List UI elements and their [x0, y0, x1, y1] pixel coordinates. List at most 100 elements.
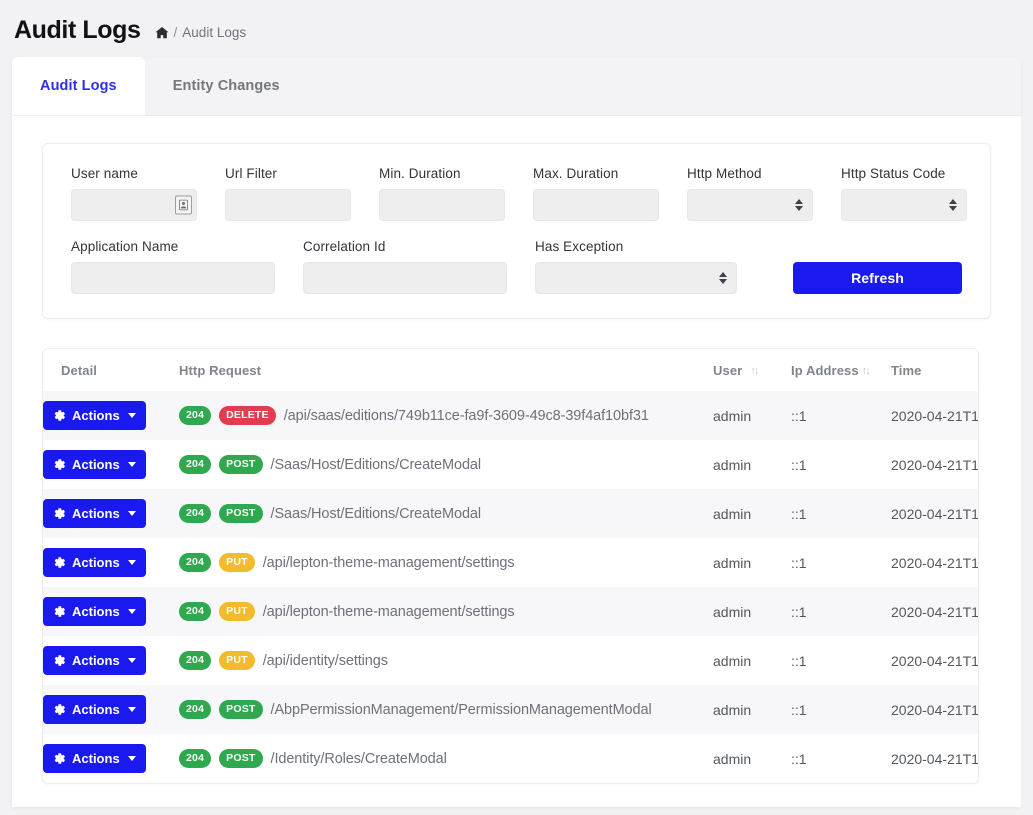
- actions-button-label: Actions: [72, 555, 120, 570]
- actions-button[interactable]: Actions: [43, 548, 146, 577]
- cell-detail: Actions: [43, 489, 179, 538]
- http-method-badge: POST: [219, 749, 263, 768]
- gear-icon: [53, 654, 66, 667]
- cell-http-request: 204 PUT/api/lepton-theme-management/setti…: [179, 538, 713, 587]
- tab-bar: Audit Logs Entity Changes: [12, 57, 1021, 116]
- min-duration-input[interactable]: [379, 189, 505, 221]
- actions-button[interactable]: Actions: [43, 744, 146, 773]
- status-badge: 204: [179, 700, 212, 719]
- column-header-user[interactable]: User ↑↓: [713, 349, 791, 391]
- status-badge: 204: [179, 749, 212, 768]
- user-card-icon[interactable]: [175, 195, 192, 215]
- correlation-id-label: Correlation Id: [303, 239, 386, 254]
- cell-http-request: 204 PUT/api/lepton-theme-management/setti…: [179, 587, 713, 636]
- cell-detail: Actions: [43, 734, 179, 783]
- field-http-method: Http Method: [687, 166, 813, 221]
- actions-button[interactable]: Actions: [43, 695, 146, 724]
- status-badge: 204: [179, 406, 212, 425]
- request-url: /Saas/Host/Editions/CreateModal: [270, 456, 482, 473]
- main-container: Audit Logs Entity Changes User name Url …: [12, 57, 1021, 807]
- correlation-id-input[interactable]: [303, 262, 507, 294]
- cell-time: 2020-04-21T1: [891, 489, 978, 538]
- actions-button[interactable]: Actions: [43, 597, 146, 626]
- actions-button[interactable]: Actions: [43, 450, 146, 479]
- page-header: Audit Logs / Audit Logs: [0, 0, 1033, 57]
- field-url-filter: Url Filter: [225, 166, 351, 221]
- refresh-button[interactable]: Refresh: [793, 262, 962, 294]
- cell-time: 2020-04-21T1: [891, 538, 978, 587]
- url-filter-input[interactable]: [225, 189, 351, 221]
- cell-ip-address: ::1: [791, 489, 891, 538]
- has-exception-select-wrap: [535, 262, 737, 294]
- actions-button-label: Actions: [72, 702, 120, 717]
- status-badge: 204: [179, 651, 212, 670]
- table-body: Actions 204 DELETE/api/saas/editions/749b1…: [43, 391, 978, 783]
- cell-detail: Actions: [43, 440, 179, 489]
- max-duration-label: Max. Duration: [533, 166, 619, 181]
- actions-button[interactable]: Actions: [43, 646, 146, 675]
- http-method-select-wrap: [687, 189, 813, 221]
- cell-user: admin: [713, 440, 791, 489]
- home-icon[interactable]: [155, 26, 169, 40]
- column-header-user-label: User: [713, 363, 743, 378]
- cell-ip-address: ::1: [791, 636, 891, 685]
- caret-down-icon: [127, 462, 136, 467]
- application-name-label: Application Name: [71, 239, 179, 254]
- sort-icon[interactable]: ↑↓: [862, 365, 871, 377]
- field-correlation-id: Correlation Id: [303, 239, 507, 294]
- request-url: /Identity/Roles/CreateModal: [270, 750, 447, 767]
- filter-row-2: Application Name Correlation Id Has Exce…: [71, 239, 962, 294]
- column-header-http-request: Http Request: [179, 349, 713, 391]
- page-title: Audit Logs: [14, 16, 141, 44]
- sort-icon[interactable]: ↑↓: [750, 365, 759, 377]
- field-user-name: User name: [71, 166, 197, 221]
- http-status-code-select-wrap: [841, 189, 967, 221]
- cell-user: admin: [713, 636, 791, 685]
- cell-ip-address: ::1: [791, 440, 891, 489]
- http-method-badge: POST: [219, 504, 263, 523]
- cell-detail: Actions: [43, 685, 179, 734]
- caret-down-icon: [127, 707, 136, 712]
- caret-down-icon: [127, 413, 136, 418]
- actions-button-label: Actions: [72, 506, 120, 521]
- column-header-ip-address[interactable]: Ip Address ↑↓: [791, 349, 891, 391]
- http-method-select[interactable]: [687, 189, 813, 221]
- min-duration-label: Min. Duration: [379, 166, 461, 181]
- filter-card: User name Url Filter Min. Duration Max. …: [42, 143, 991, 319]
- application-name-input[interactable]: [71, 262, 275, 294]
- cell-user: admin: [713, 538, 791, 587]
- cell-http-request: 204 POST/Saas/Host/Editions/CreateModal: [179, 489, 713, 538]
- audit-log-table: Detail Http Request User ↑↓ Ip Address ↑↓ …: [43, 349, 978, 783]
- column-header-detail: Detail: [43, 349, 179, 391]
- actions-button[interactable]: Actions: [43, 401, 146, 430]
- table-row: Actions 204 POST/Identity/Roles/CreateModa…: [43, 734, 978, 783]
- actions-button-label: Actions: [72, 457, 120, 472]
- status-badge: 204: [179, 602, 212, 621]
- cell-time: 2020-04-21T1: [891, 636, 978, 685]
- cell-detail: Actions: [43, 391, 179, 440]
- has-exception-select[interactable]: [535, 262, 737, 294]
- max-duration-input[interactable]: [533, 189, 659, 221]
- field-min-duration: Min. Duration: [379, 166, 505, 221]
- table-row: Actions 204 POST/Saas/Host/Editions/Create…: [43, 489, 978, 538]
- cell-user: admin: [713, 489, 791, 538]
- cell-user: admin: [713, 685, 791, 734]
- table-row: Actions 204 POST/AbpPermissionManagement/P…: [43, 685, 978, 734]
- request-url: /AbpPermissionManagement/PermissionManag…: [270, 701, 652, 718]
- caret-down-icon: [127, 609, 136, 614]
- tab-entity-changes[interactable]: Entity Changes: [145, 57, 308, 115]
- breadcrumb: / Audit Logs: [155, 21, 246, 40]
- gear-icon: [53, 752, 66, 765]
- gear-icon: [53, 409, 66, 422]
- caret-down-icon: [127, 511, 136, 516]
- cell-detail: Actions: [43, 538, 179, 587]
- actions-button[interactable]: Actions: [43, 499, 146, 528]
- table-row: Actions 204 DELETE/api/saas/editions/749b1…: [43, 391, 978, 440]
- cell-http-request: 204 DELETE/api/saas/editions/749b11ce-fa9…: [179, 391, 713, 440]
- tab-audit-logs[interactable]: Audit Logs: [12, 57, 145, 115]
- user-name-input-wrap: [71, 189, 197, 221]
- table-head: Detail Http Request User ↑↓ Ip Address ↑↓ …: [43, 349, 978, 391]
- table-row: Actions 204 PUT/api/identity/settings admin…: [43, 636, 978, 685]
- cell-http-request: 204 POST/Identity/Roles/CreateModal: [179, 734, 713, 783]
- http-status-code-select[interactable]: [841, 189, 967, 221]
